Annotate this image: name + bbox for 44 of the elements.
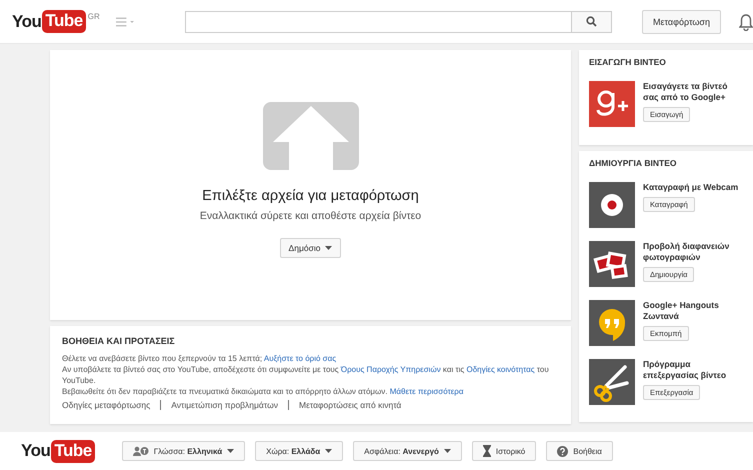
quote-bubble-icon[interactable] xyxy=(589,300,635,346)
footer-button[interactable]: Βοήθεια xyxy=(546,441,613,461)
people-icon xyxy=(132,446,149,456)
help-text: Θέλετε να ανεβάσετε βίντεο που ξεπερνούν τα 15 λεπτά; Αυξήστε το όριό σας xyxy=(62,353,338,364)
sidebar-item-title: Google+ Hangouts Ζωντανά xyxy=(643,300,720,322)
caret-icon xyxy=(325,246,332,250)
caret-icon xyxy=(325,449,332,453)
search-field[interactable] xyxy=(184,10,572,32)
help-nav-link[interactable]: Αντιμετώπιση προβλημάτων xyxy=(171,400,278,410)
footer-button[interactable]: Ασφάλεια: Ανενεργό xyxy=(353,441,462,461)
scissors-icon[interactable] xyxy=(589,359,635,405)
footer-button[interactable]: Γλώσσα: Ελληνικά xyxy=(122,441,246,461)
sidebar-item-title: Καταγραφή με Webcam xyxy=(643,182,740,193)
help-link[interactable]: Όρους Παροχής Υπηρεσιών xyxy=(340,365,441,374)
search-button[interactable] xyxy=(572,10,612,32)
hourglass-icon xyxy=(482,445,491,457)
help-nav-link[interactable]: Οδηγίες μεταφόρτωσης xyxy=(62,400,150,410)
privacy-dropdown[interactable]: Δημόσιο xyxy=(280,238,342,258)
record-icon[interactable] xyxy=(589,182,635,228)
help-text: Αν υποβάλετε τα βίντεό σας στο YouTube, αποδέχεστε ότι συμφωνείτε με τους Όρους Παροχής Υπηρεσιών και τις Οδηγίες κοινότητας του YouTube. xyxy=(62,364,550,386)
help-icon xyxy=(557,446,568,456)
help-title: ΒΟΗΘΕΙΑ ΚΑΙ ΠΡΟΤΑΣΕΙΣ xyxy=(62,336,176,346)
footer-button[interactable]: Ιστορικό xyxy=(472,441,536,461)
sidebar-title: ΔΗΜΙΟΥΡΓΙΑ ΒΙΝΤΕΟ xyxy=(589,158,678,168)
caret-icon xyxy=(444,449,451,453)
region-label: GR xyxy=(88,12,100,21)
sidebar-item-title: Προβολή διαφανειών φωτογραφιών xyxy=(643,241,730,263)
upload-subtitle: Εναλλακτικά σύρετε και αποθέστε αρχεία βίντεο xyxy=(200,210,422,222)
sidebar-item-title: Εισαγάγετε τα βίντεό σας από το Google+ xyxy=(643,81,728,103)
upload-title: Επιλέξτε αρχεία για μεταφόρτωση xyxy=(202,188,419,204)
help-nav-link[interactable]: Μεταφορτώσεις από κινητά xyxy=(298,400,402,410)
sidebar-title: ΕΙΣΑΓΩΓΗ ΒΙΝΤΕΟ xyxy=(589,57,667,67)
upload-button[interactable]: Μεταφόρτωση xyxy=(642,10,721,34)
bell-icon[interactable] xyxy=(739,12,753,30)
help-text: Βεβαιωθείτε ότι δεν παραβιάζετε τα πνευματικά δικαιώματα και το απόρρητο άλλων ατόμων. Μάθετε περισσότερα xyxy=(62,386,464,397)
sidebar-item-title: Πρόγραμμα επεξεργασίας βίντεο xyxy=(643,359,728,381)
photo-slides-icon[interactable] xyxy=(589,241,635,287)
footer-button[interactable]: Χώρα: Ελλάδα xyxy=(255,441,344,461)
help-link[interactable]: Μάθετε περισσότερα xyxy=(390,387,464,396)
help-link[interactable]: Οδηγίες κοινότητας xyxy=(466,365,535,374)
caret-icon xyxy=(227,449,234,453)
search-icon xyxy=(586,16,598,27)
google-plus-icon[interactable] xyxy=(589,81,635,127)
help-link[interactable]: Αυξήστε το όριό σας xyxy=(264,354,336,363)
